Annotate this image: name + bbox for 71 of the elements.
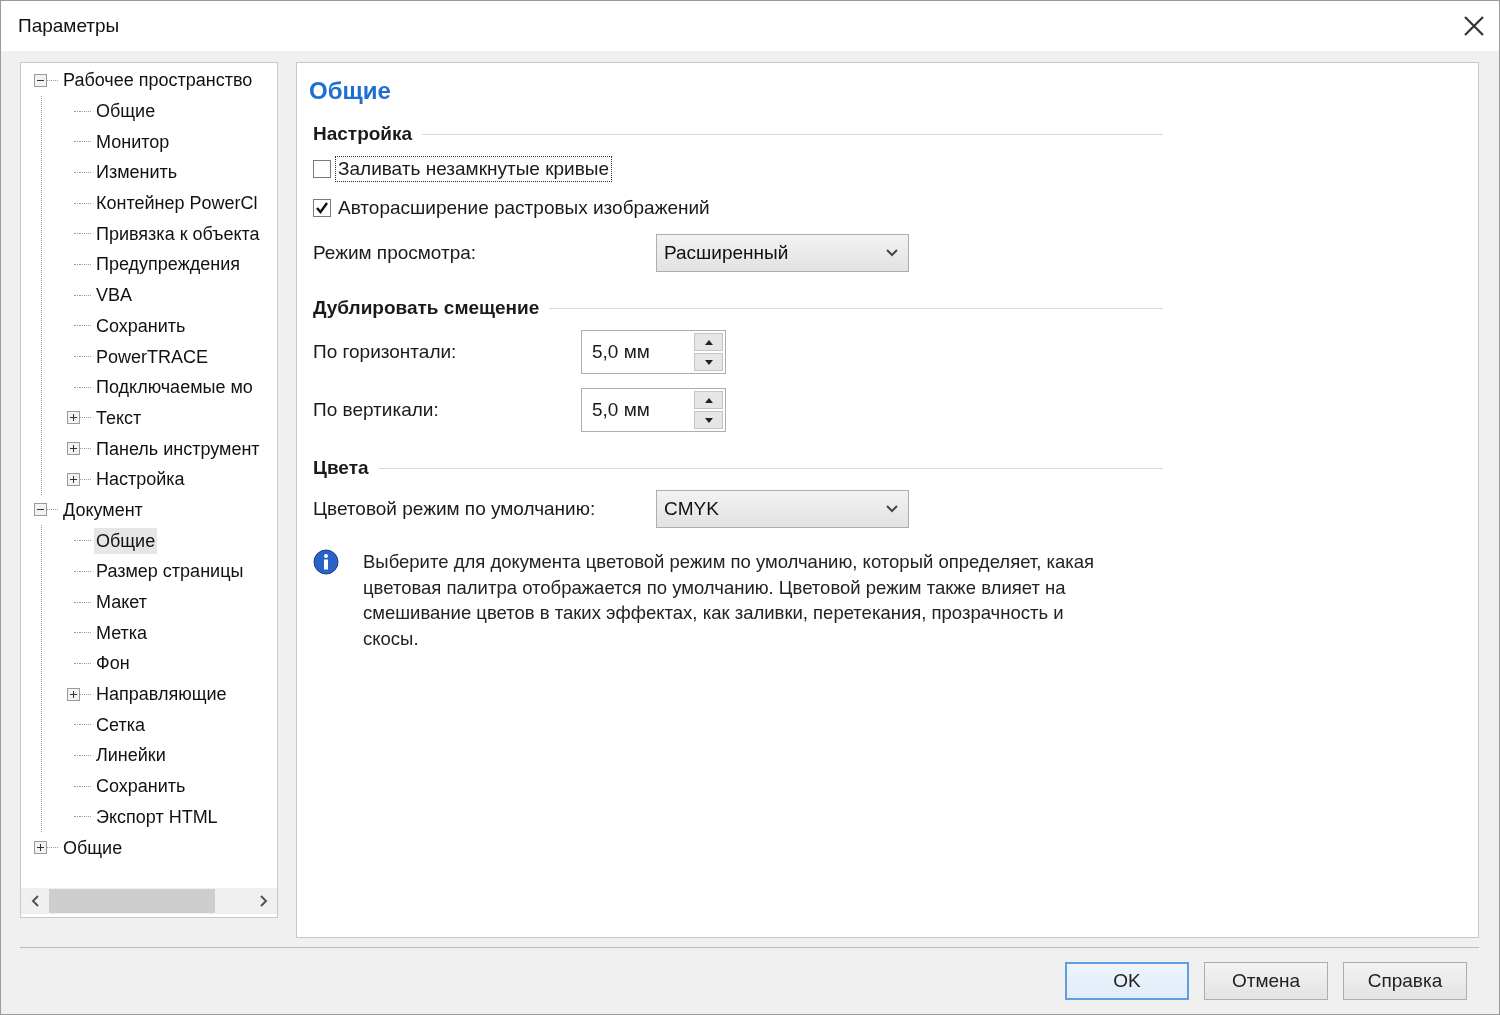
checkbox[interactable] <box>313 198 331 217</box>
tree-item[interactable]: Документ <box>61 496 145 523</box>
tree-item[interactable]: Привязка к объекта <box>94 220 262 247</box>
tree-item[interactable]: PowerTRACE <box>94 343 211 370</box>
tree-item[interactable]: Контейнер PowerCl <box>94 190 260 217</box>
close-icon[interactable] <box>1463 15 1485 37</box>
tree-item[interactable]: Макет <box>94 589 149 616</box>
increment-button[interactable] <box>694 391 723 409</box>
down-arrow-icon <box>704 359 713 365</box>
tree-item[interactable]: VBA <box>94 282 135 309</box>
horizontal-scrollbar[interactable] <box>21 888 277 914</box>
decrement-button[interactable] <box>694 353 723 371</box>
checkbox-label[interactable]: Заливать незамкнутые кривые <box>335 155 612 182</box>
expand-toggle[interactable] <box>67 442 80 456</box>
chevron-down-icon <box>886 505 898 513</box>
tree-item[interactable]: Настройка <box>94 466 187 493</box>
dropdown[interactable]: Расширенный <box>656 234 909 272</box>
tree-item[interactable]: Сохранить <box>94 312 188 339</box>
field-label: Цветовой режим по умолчанию: <box>313 498 596 520</box>
tree-item[interactable]: Подключаемые мо <box>94 374 255 401</box>
field-label: По горизонтали: <box>313 341 457 363</box>
tree-item[interactable]: Сетка <box>94 711 147 738</box>
field-label: Режим просмотра: <box>313 242 477 264</box>
down-arrow-icon <box>704 417 713 423</box>
expand-toggle[interactable] <box>67 411 80 425</box>
scrollbar-thumb[interactable] <box>49 889 215 913</box>
tree-item[interactable]: Текст <box>94 404 144 431</box>
tree-item[interactable]: Панель инструмент <box>94 435 262 462</box>
tree-item[interactable]: Сохранить <box>94 773 188 800</box>
expand-toggle[interactable] <box>34 503 47 517</box>
checkbox-label[interactable]: Авторасширение растровых изображений <box>335 194 713 221</box>
chevron-down-icon <box>886 249 898 257</box>
info-icon <box>313 549 339 575</box>
section-heading: Цвета <box>313 457 369 479</box>
tree-item[interactable]: Общие <box>94 527 158 554</box>
tree-item[interactable]: Монитор <box>94 128 172 155</box>
tree-item[interactable]: Экспорт HTML <box>94 803 220 830</box>
dialog-button[interactable]: Отмена <box>1204 962 1328 1000</box>
expand-toggle[interactable] <box>34 841 47 855</box>
window-title: Параметры <box>18 15 120 37</box>
tree-item[interactable]: Метка <box>94 619 150 646</box>
increment-button[interactable] <box>694 333 723 351</box>
dialog-button[interactable]: OK <box>1065 962 1189 1000</box>
spin-field[interactable]: 5,0 мм <box>581 388 726 432</box>
field-label: По вертикали: <box>313 399 439 421</box>
up-arrow-icon <box>704 339 713 345</box>
page-title: Общие <box>309 77 391 105</box>
expand-toggle[interactable] <box>67 472 80 486</box>
tree-item[interactable]: Изменить <box>94 159 180 186</box>
info-text: Выберите для документа цветовой режим по умолчанию, который определяет, какая цветовая палитра отображается по умолчанию. Цветовой режим также влияет на смешивание цветов в таких эффектах, как заливки, перетекания, прозрачность и скосы. <box>363 550 1096 651</box>
checkbox[interactable] <box>313 159 331 178</box>
tree-item[interactable]: Общие <box>94 98 158 125</box>
tree-item[interactable]: Общие <box>61 834 125 861</box>
dropdown[interactable]: CMYK <box>656 490 909 528</box>
tree-item[interactable]: Линейки <box>94 742 168 769</box>
decrement-button[interactable] <box>694 411 723 429</box>
section-heading: Дублировать смещение <box>313 297 540 319</box>
checkmark-icon <box>315 201 329 214</box>
section-heading: Настройка <box>313 123 413 145</box>
dialog-button[interactable]: Справка <box>1343 962 1467 1000</box>
up-arrow-icon <box>704 397 713 403</box>
chevron-left-icon <box>30 895 40 907</box>
tree-item[interactable]: Фон <box>94 650 132 677</box>
tree-item[interactable]: Направляющие <box>94 681 229 708</box>
tree-item[interactable]: Рабочее пространство <box>61 67 255 94</box>
expand-toggle[interactable] <box>34 73 47 87</box>
chevron-right-icon <box>258 895 268 907</box>
spin-field[interactable]: 5,0 мм <box>581 330 726 374</box>
expand-toggle[interactable] <box>67 687 80 701</box>
tree-item[interactable]: Предупреждения <box>94 251 242 278</box>
tree-item[interactable]: Размер страницы <box>94 558 246 585</box>
